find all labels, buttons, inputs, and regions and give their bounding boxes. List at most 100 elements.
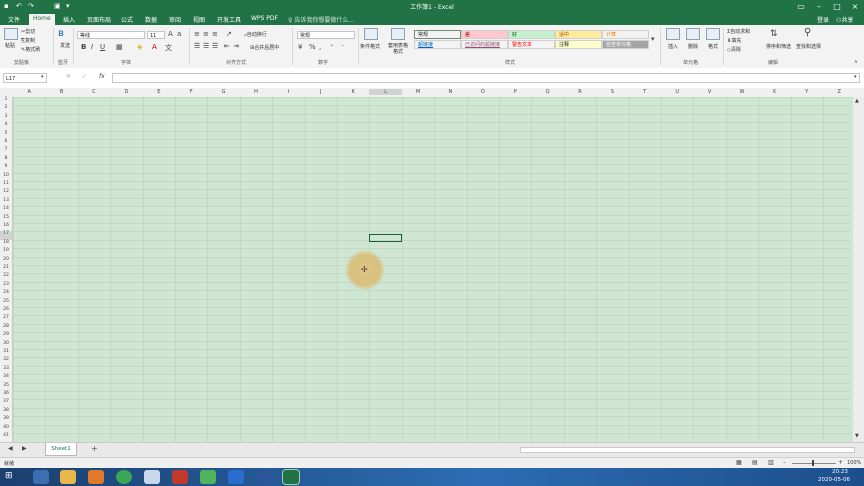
- column-header[interactable]: A: [13, 89, 45, 95]
- column-header[interactable]: L: [369, 89, 402, 95]
- expand-formula-icon[interactable]: ▾: [854, 74, 857, 80]
- row-header[interactable]: 3: [0, 114, 12, 122]
- row-header[interactable]: 17: [0, 231, 12, 240]
- style-calculation[interactable]: 计算: [602, 30, 649, 39]
- font-color-icon[interactable]: A: [152, 43, 157, 51]
- decrease-indent-icon[interactable]: ⇤: [224, 42, 230, 50]
- vertical-scrollbar[interactable]: ▲ ▼: [853, 97, 864, 442]
- tab-review[interactable]: 审阅: [169, 15, 181, 24]
- row-header[interactable]: 9: [0, 164, 12, 172]
- align-right-icon[interactable]: ☰: [212, 42, 218, 50]
- bluetooth-icon[interactable]: ʙ: [58, 28, 64, 39]
- row-header[interactable]: 7: [0, 147, 12, 155]
- align-left-icon[interactable]: ☰: [194, 42, 200, 50]
- row-header[interactable]: 28: [0, 324, 12, 332]
- underline-button[interactable]: U: [100, 43, 105, 51]
- zoom-out-icon[interactable]: –: [783, 459, 786, 466]
- windows-start-icon[interactable]: ⊞: [5, 471, 13, 481]
- wrap-text-button[interactable]: ⤶自动换行: [244, 31, 267, 38]
- column-header[interactable]: U: [661, 89, 693, 95]
- tab-file[interactable]: 文件: [8, 15, 20, 24]
- orientation-icon[interactable]: ↗: [226, 30, 232, 38]
- currency-icon[interactable]: ¥: [298, 43, 302, 51]
- row-header[interactable]: 23: [0, 282, 12, 290]
- format-cells-icon[interactable]: [706, 28, 720, 40]
- excel-taskbar-icon[interactable]: [283, 470, 299, 484]
- paste-icon[interactable]: [4, 28, 18, 40]
- column-header[interactable]: E: [143, 89, 175, 95]
- italic-button[interactable]: I: [91, 43, 93, 51]
- percent-icon[interactable]: %: [309, 43, 316, 51]
- style-note[interactable]: 注释: [555, 40, 602, 49]
- chrome-taskbar-icon[interactable]: [116, 470, 132, 484]
- decrease-decimal-icon[interactable]: ⁻: [341, 43, 345, 51]
- column-header[interactable]: X: [758, 89, 790, 95]
- format-painter-button[interactable]: ✎格式刷: [21, 46, 40, 53]
- paste-label[interactable]: 粘贴: [5, 42, 15, 49]
- column-header[interactable]: R: [564, 89, 596, 95]
- search-app-taskbar-icon[interactable]: [88, 470, 104, 484]
- row-header[interactable]: 18: [0, 240, 12, 248]
- row-header[interactable]: 27: [0, 315, 12, 323]
- ribbon-display-icon[interactable]: ▭: [792, 1, 810, 12]
- column-header[interactable]: N: [434, 89, 466, 95]
- app-taskbar-icon[interactable]: [172, 470, 188, 484]
- wechat-taskbar-icon[interactable]: [200, 470, 216, 484]
- tab-view[interactable]: 视图: [193, 15, 205, 24]
- insert-function-button[interactable]: fx: [99, 73, 105, 80]
- row-header[interactable]: 38: [0, 408, 12, 416]
- row-header[interactable]: 10: [0, 173, 12, 181]
- enter-icon[interactable]: ✓: [82, 73, 87, 80]
- column-header[interactable]: G: [207, 89, 239, 95]
- column-header[interactable]: C: [78, 89, 110, 95]
- page-layout-view-icon[interactable]: ▤: [752, 459, 758, 466]
- zoom-slider[interactable]: [792, 463, 836, 464]
- row-header[interactable]: 13: [0, 198, 12, 206]
- increase-decimal-icon[interactable]: ⁺: [330, 43, 334, 51]
- column-header[interactable]: V: [693, 89, 725, 95]
- style-neutral[interactable]: 适中: [555, 30, 602, 39]
- active-cell-l17[interactable]: [369, 234, 402, 242]
- merge-center-button[interactable]: ⊞合并后居中: [250, 44, 279, 51]
- normal-view-icon[interactable]: ▦: [736, 459, 742, 466]
- sheet-tab-sheet1[interactable]: Sheet1: [45, 443, 77, 456]
- scroll-up-icon[interactable]: ▲: [855, 98, 859, 104]
- row-header[interactable]: 37: [0, 399, 12, 407]
- column-header[interactable]: S: [596, 89, 628, 95]
- row-header[interactable]: 12: [0, 189, 12, 197]
- align-top-icon[interactable]: ≡: [194, 30, 200, 38]
- fill-color-icon[interactable]: ◈: [137, 43, 142, 51]
- row-header[interactable]: 2: [0, 105, 12, 113]
- row-header[interactable]: 24: [0, 290, 12, 298]
- row-header[interactable]: 5: [0, 131, 12, 139]
- tab-page-layout[interactable]: 页面布局: [87, 15, 111, 24]
- tab-formulas[interactable]: 公式: [121, 15, 133, 24]
- styles-more-icon[interactable]: ▾: [651, 35, 655, 43]
- name-box-dropdown-icon[interactable]: ▾: [41, 74, 44, 80]
- tab-developer[interactable]: 开发工具: [217, 15, 241, 24]
- vs-taskbar-icon[interactable]: [144, 470, 160, 484]
- row-header[interactable]: 40: [0, 425, 12, 433]
- row-header[interactable]: 30: [0, 341, 12, 349]
- align-bottom-icon[interactable]: ≡: [212, 30, 218, 38]
- cut-button[interactable]: ✂剪切: [21, 28, 35, 35]
- column-header[interactable]: P: [499, 89, 531, 95]
- insert-cells-label[interactable]: 插入: [668, 43, 678, 50]
- login-link[interactable]: 登录: [817, 15, 829, 24]
- minimize-button[interactable]: –: [810, 1, 828, 12]
- column-header[interactable]: Q: [531, 89, 563, 95]
- column-header[interactable]: B: [45, 89, 77, 95]
- row-header[interactable]: 32: [0, 357, 12, 365]
- conditional-format-label[interactable]: 条件格式: [360, 43, 380, 50]
- wps-taskbar-icon[interactable]: [228, 470, 244, 484]
- style-bad[interactable]: 差: [461, 30, 508, 39]
- sort-filter-icon[interactable]: ⇅: [770, 29, 778, 39]
- comma-icon[interactable]: ,: [319, 43, 321, 51]
- column-header[interactable]: M: [402, 89, 434, 95]
- page-break-view-icon[interactable]: ▥: [768, 459, 774, 466]
- column-header[interactable]: K: [337, 89, 369, 95]
- row-header[interactable]: 35: [0, 383, 12, 391]
- increase-indent-icon[interactable]: ⇥: [233, 42, 239, 50]
- column-header[interactable]: J: [305, 89, 337, 95]
- table-format-icon[interactable]: [391, 28, 405, 40]
